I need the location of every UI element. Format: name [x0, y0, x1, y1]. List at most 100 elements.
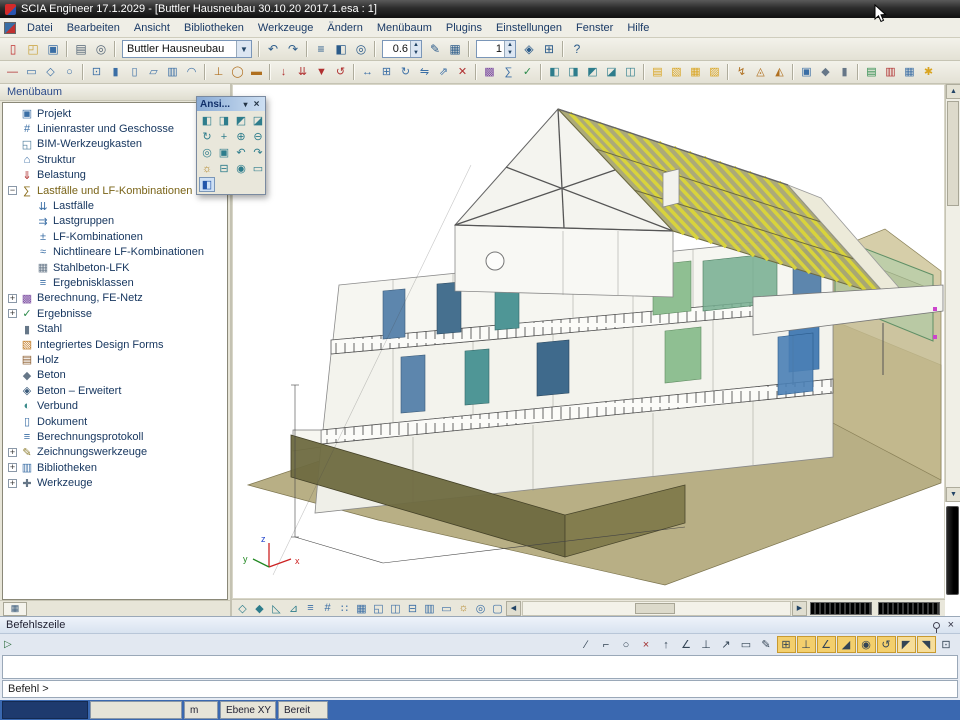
count-spinner[interactable]: 1 [476, 40, 516, 58]
view-side-icon[interactable]: ◩ [233, 113, 249, 128]
next-view-icon[interactable]: ↷ [250, 145, 266, 160]
column-icon[interactable]: ▯ [125, 63, 144, 82]
plate-icon[interactable]: ▱ [144, 63, 163, 82]
grid-snap-icon[interactable]: ⊞ [777, 636, 796, 653]
clip-box-icon[interactable]: ⊟ [216, 161, 232, 176]
snap-vertical-icon[interactable]: ↑ [657, 636, 676, 653]
grid-icon[interactable]: # [319, 600, 336, 616]
layer-filter-icon[interactable]: ▥ [421, 600, 438, 616]
lights-icon[interactable]: ☼ [455, 600, 472, 616]
favorites-icon[interactable]: ✱ [919, 63, 938, 82]
zoom-out-icon[interactable]: ⊖ [250, 129, 266, 144]
sidebar-item-werkzeuge[interactable]: +✚Werkzeuge [6, 475, 227, 490]
menu-ansicht[interactable]: Ansicht [127, 19, 177, 37]
command-run-icon[interactable] [4, 639, 20, 650]
line-icon[interactable]: — [3, 63, 22, 82]
snap-perpendicular-icon[interactable]: ⊥ [697, 636, 716, 653]
view-z-icon[interactable]: ◩ [583, 63, 602, 82]
hinge-icon[interactable]: ◯ [228, 63, 247, 82]
scroll-right-icon[interactable] [792, 601, 807, 616]
camera-icon[interactable]: ◉ [233, 161, 249, 176]
circle-icon[interactable]: ○ [60, 63, 79, 82]
node-icon[interactable]: ⊡ [87, 63, 106, 82]
line-load-icon[interactable]: ⇊ [293, 63, 312, 82]
report-icon[interactable]: ▤ [862, 63, 881, 82]
target-icon[interactable]: ◎ [472, 600, 489, 616]
rotate-snap-icon[interactable]: ↺ [877, 636, 896, 653]
snap-box-icon[interactable]: ▭ [737, 636, 756, 653]
redo-icon[interactable]: ↷ [283, 39, 303, 59]
polygon-icon[interactable]: ◇ [41, 63, 60, 82]
pan-view-icon[interactable]: + [216, 129, 232, 144]
save-icon[interactable]: ▣ [43, 39, 63, 59]
menu-tree-tab[interactable]: ▦ [3, 602, 27, 616]
sidebar-item-bim-werkzeugkasten[interactable]: ◱BIM-Werkzeugkasten [6, 137, 227, 152]
app-icon[interactable] [5, 4, 16, 15]
sidebar-item-linienraster-und-geschosse[interactable]: #Linienraster und Geschosse [6, 121, 227, 136]
count-value[interactable]: 1 [477, 41, 504, 57]
snap-settings-icon[interactable]: ⊡ [937, 636, 956, 653]
sidebar-item-beton[interactable]: ◆Beton [6, 368, 227, 383]
tree-expander-icon[interactable]: − [8, 186, 17, 195]
view-axo-icon[interactable]: ◪ [602, 63, 621, 82]
moment-load-icon[interactable]: ↺ [331, 63, 350, 82]
animation-ruler-1[interactable] [810, 602, 872, 615]
profile-icon[interactable]: ▮ [835, 63, 854, 82]
center-snap-icon[interactable]: ◉ [857, 636, 876, 653]
section-icon[interactable]: ◫ [387, 600, 404, 616]
snap-angle-icon[interactable]: ∠ [677, 636, 696, 653]
rotate-icon[interactable]: ↻ [396, 63, 415, 82]
menu-datei[interactable]: Datei [20, 19, 60, 37]
vertical-scroll-thumb[interactable] [947, 101, 959, 206]
pin-icon[interactable] [933, 622, 940, 629]
bounding-box-icon[interactable]: ▢ [489, 600, 506, 616]
wall-icon[interactable]: ▥ [163, 63, 182, 82]
sidebar-item-beton-erweitert[interactable]: ◈Beton – Erweitert [6, 383, 227, 398]
menu-bibliotheken[interactable]: Bibliotheken [177, 19, 251, 37]
error-list-icon[interactable]: ▥ [881, 63, 900, 82]
menu-werkzeuge[interactable]: Werkzeuge [251, 19, 320, 37]
sidebar-item-lastfaelle[interactable]: ⇊Lastfälle [6, 198, 227, 213]
sidebar-item-projekt[interactable]: ▣Projekt [6, 106, 227, 121]
previous-view-icon[interactable]: ↶ [233, 145, 249, 160]
mesh-display-icon[interactable]: ▦ [353, 600, 370, 616]
menu-aendern[interactable]: Ändern [320, 19, 369, 37]
shell-icon[interactable]: ◠ [182, 63, 201, 82]
wireframe-mode-icon[interactable]: ◇ [234, 600, 251, 616]
wireframe-icon[interactable]: ▭ [250, 161, 266, 176]
move-icon[interactable]: ↔ [358, 63, 377, 82]
sidebar-item-lf-kombinationen[interactable]: ±LF-Kombinationen [6, 229, 227, 244]
shaded-view-icon[interactable]: ◧ [199, 177, 215, 192]
help-icon[interactable]: ? [567, 39, 587, 59]
command-history[interactable] [2, 655, 958, 679]
frame-icon[interactable]: ▭ [438, 600, 455, 616]
mirror-icon[interactable]: ⇋ [415, 63, 434, 82]
snap-icon[interactable]: ∷ [336, 600, 353, 616]
material-icon[interactable]: ◆ [816, 63, 835, 82]
table-icon[interactable]: ▦ [686, 63, 705, 82]
grid-view-icon[interactable]: ▦ [900, 63, 919, 82]
new-project-icon[interactable]: ▯ [3, 39, 23, 59]
view-depth-bar[interactable] [946, 506, 959, 595]
undo-icon[interactable]: ↶ [263, 39, 283, 59]
top-view-icon[interactable]: ◺ [268, 600, 285, 616]
sidebar-item-lastfaelle-und-lf-kombinationen[interactable]: −∑Lastfälle und LF-Kombinationen [6, 183, 227, 198]
sidebar-item-stahlbeton-lfk[interactable]: ▦Stahlbeton-LFK [6, 260, 227, 275]
rigid-arm-icon[interactable]: ▬ [247, 63, 266, 82]
annotation-icon[interactable]: ✎ [425, 39, 445, 59]
sidebar-item-ergebnisse[interactable]: +✓Ergebnisse [6, 306, 227, 321]
bolt-icon[interactable]: ↯ [732, 63, 751, 82]
perp-snap-icon[interactable]: ⊥ [797, 636, 816, 653]
weld-icon[interactable]: ◬ [751, 63, 770, 82]
tree-expander-icon[interactable]: + [8, 448, 17, 457]
copy-icon[interactable]: ⊞ [377, 63, 396, 82]
activity-filter-icon[interactable]: ◧ [331, 39, 351, 59]
spinner-up-icon[interactable] [411, 41, 421, 49]
view-parameters-icon[interactable]: ◈ [519, 39, 539, 59]
menu-hilfe[interactable]: Hilfe [620, 19, 656, 37]
cross-section-icon[interactable]: ◭ [770, 63, 789, 82]
count-spinner-buttons[interactable] [504, 41, 515, 57]
project-select[interactable]: Buttler Hausneubau [122, 40, 252, 58]
model-viewport-canvas[interactable]: x z y [232, 84, 945, 599]
document-window-icon[interactable] [4, 22, 16, 34]
